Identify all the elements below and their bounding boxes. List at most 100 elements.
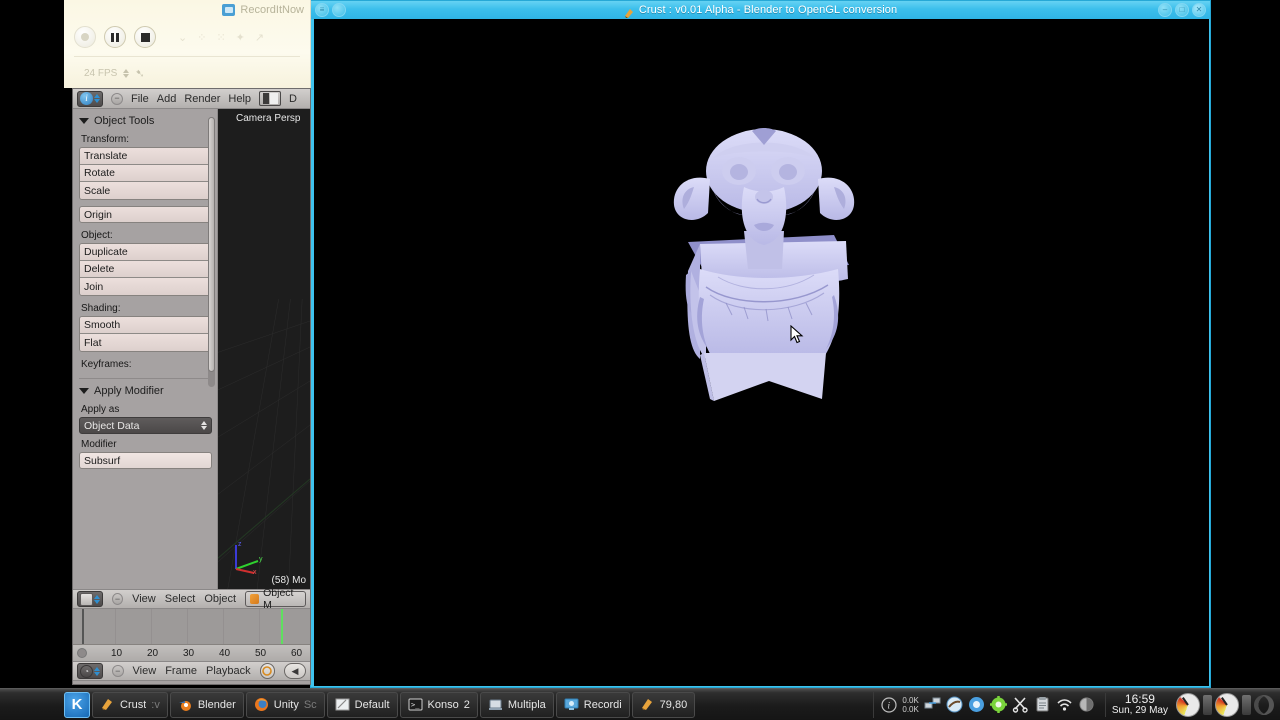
clock[interactable]: 16:59 Sun, 29 May (1104, 692, 1174, 717)
crust-titlebar[interactable]: ≡ Crust : v0.01 Alpha - Blender to OpenG… (311, 1, 1210, 19)
duplicate-button[interactable]: Duplicate (80, 244, 211, 261)
task-label: Unity (273, 698, 299, 711)
task-label: Blender (197, 698, 236, 711)
record-keyframe-icon[interactable] (259, 663, 275, 679)
window-menu-icon[interactable]: ≡ (315, 3, 329, 17)
maximize-icon[interactable]: □ (1175, 3, 1189, 17)
akonadi-icon[interactable] (968, 696, 985, 713)
chevron-down-icon (79, 118, 89, 124)
recorditnow-titlebar[interactable]: RecordItNow (64, 0, 310, 20)
menu-add[interactable]: Add (157, 93, 177, 105)
task-recorditnow[interactable]: Recordi (555, 691, 630, 718)
firefox-icon (254, 698, 268, 711)
kde-k-menu-icon[interactable]: K (64, 691, 90, 718)
menu-render[interactable]: Render (184, 93, 220, 105)
timeline-editor-icon[interactable]: ◔ (77, 663, 103, 679)
timeline-ruler[interactable]: 10 20 30 40 50 60 (73, 645, 310, 661)
view3d-icon (80, 592, 93, 606)
cpu-gauge (1176, 692, 1200, 717)
crust-gl-viewport[interactable] (314, 19, 1209, 686)
collapse-menu-icon[interactable]: − (112, 593, 124, 605)
titlebar-right-buttons: – □ ✕ (1158, 3, 1206, 17)
monitor-widgets (1176, 692, 1278, 717)
rotate-button[interactable]: Rotate (80, 165, 211, 182)
translate-button[interactable]: Translate (80, 148, 211, 165)
taskbar: K Crust :v Blender Unity Sc Default >_ K… (0, 688, 1280, 720)
network-monitor-icon[interactable] (924, 696, 941, 713)
menu-frame[interactable]: Frame (165, 665, 197, 677)
viewport-status-label: (58) Mo (271, 575, 306, 586)
task-crust[interactable]: Crust :v (92, 691, 168, 718)
minimize-icon[interactable]: – (1158, 3, 1172, 17)
fps-stepper[interactable] (123, 69, 130, 78)
group-label-transform: Transform: (81, 134, 129, 145)
menu-playback[interactable]: Playback (206, 665, 251, 677)
apply-as-dropdown[interactable]: Object Data (79, 417, 212, 434)
crust-window-title: Crust : v0.01 Alpha - Blender to OpenGL … (638, 4, 898, 16)
wifi-icon[interactable] (1056, 696, 1073, 713)
ghost-icon-3: ⁙ (216, 31, 226, 44)
delete-button[interactable]: Delete (80, 261, 211, 278)
close-icon[interactable]: ✕ (1192, 3, 1206, 17)
apply-as-value: Object Data (84, 419, 140, 432)
task-blender[interactable]: Blender (169, 691, 244, 718)
timeline-tracks[interactable] (73, 609, 310, 645)
menu-object[interactable]: Object (204, 593, 236, 605)
blender-window: i − File Add Render Help D Object Tools … (72, 88, 311, 685)
task-7980[interactable]: 79,80 (631, 691, 696, 718)
record-button[interactable] (74, 26, 96, 48)
editor-type-arrows (94, 666, 100, 676)
timeline-tick-50: 50 (255, 647, 267, 659)
group-label-keyframes: Keyframes: (81, 359, 132, 370)
ghost-icon-5: ↗ (254, 31, 265, 44)
toolshelf-scrollbar[interactable] (208, 117, 215, 387)
view3d-editor-icon[interactable] (77, 591, 103, 607)
menu-file[interactable]: File (131, 93, 149, 105)
task-unity[interactable]: Unity Sc (245, 691, 325, 718)
klipper-icon[interactable] (946, 696, 963, 713)
menu-view[interactable]: View (133, 665, 157, 677)
timeline-playhead[interactable] (281, 609, 283, 644)
interaction-mode-dropdown[interactable]: Object M (245, 587, 306, 611)
jump-to-start-icon[interactable]: ◀ (284, 663, 306, 679)
task-default[interactable]: Default (326, 691, 398, 718)
scale-button[interactable]: Scale (80, 182, 211, 199)
battery-icon[interactable] (1078, 696, 1095, 713)
cpu-bar (1203, 694, 1212, 715)
settings-gear-icon[interactable] (989, 696, 1007, 713)
pause-button[interactable] (104, 26, 126, 48)
modifier-field[interactable]: Subsurf (79, 452, 212, 469)
ghost-icon-4: ✦ (235, 31, 245, 44)
menu-select[interactable]: Select (165, 593, 196, 605)
chevron-down-icon (79, 388, 89, 394)
collapse-menu-icon[interactable]: − (112, 665, 124, 677)
timeline-tick-40: 40 (219, 647, 231, 659)
collapse-menu-icon[interactable]: − (111, 92, 123, 105)
flat-button[interactable]: Flat (80, 334, 211, 351)
stop-button[interactable] (134, 26, 156, 48)
timeline-scroll-knob[interactable] (77, 648, 87, 658)
menu-help[interactable]: Help (228, 93, 251, 105)
join-button[interactable]: Join (80, 278, 211, 295)
shade-icon[interactable] (332, 3, 346, 17)
info-icon[interactable]: i (880, 696, 897, 713)
menu-view[interactable]: View (132, 593, 156, 605)
clipboard-icon[interactable] (1034, 696, 1051, 713)
task-multiplayer[interactable]: Multipla (479, 691, 554, 718)
network-stats: 0.0K 0.0K (902, 696, 918, 714)
viewport-3d[interactable]: Camera Persp (58) Mo z y x (217, 109, 310, 589)
smooth-button[interactable]: Smooth (80, 317, 211, 334)
screen-layout-icon[interactable] (259, 91, 282, 106)
scrollbar-thumb[interactable] (208, 117, 215, 372)
scissors-icon[interactable] (1012, 696, 1029, 713)
panel-header-object-tools[interactable]: Object Tools (79, 115, 212, 127)
task-konsole[interactable]: >_ Konso 2 (399, 691, 478, 718)
svg-text:x: x (253, 569, 257, 575)
group-label-object: Object: (81, 230, 113, 241)
panel-header-apply-modifier[interactable]: Apply Modifier (79, 385, 212, 397)
panel-divider (79, 378, 212, 379)
tool-shelf[interactable]: Object Tools Transform: Translate Rotate… (73, 109, 217, 589)
info-editor-icon[interactable]: i (77, 90, 103, 107)
timeline-editor[interactable]: 10 20 30 40 50 60 (73, 609, 310, 661)
origin-button[interactable]: Origin (79, 206, 212, 223)
